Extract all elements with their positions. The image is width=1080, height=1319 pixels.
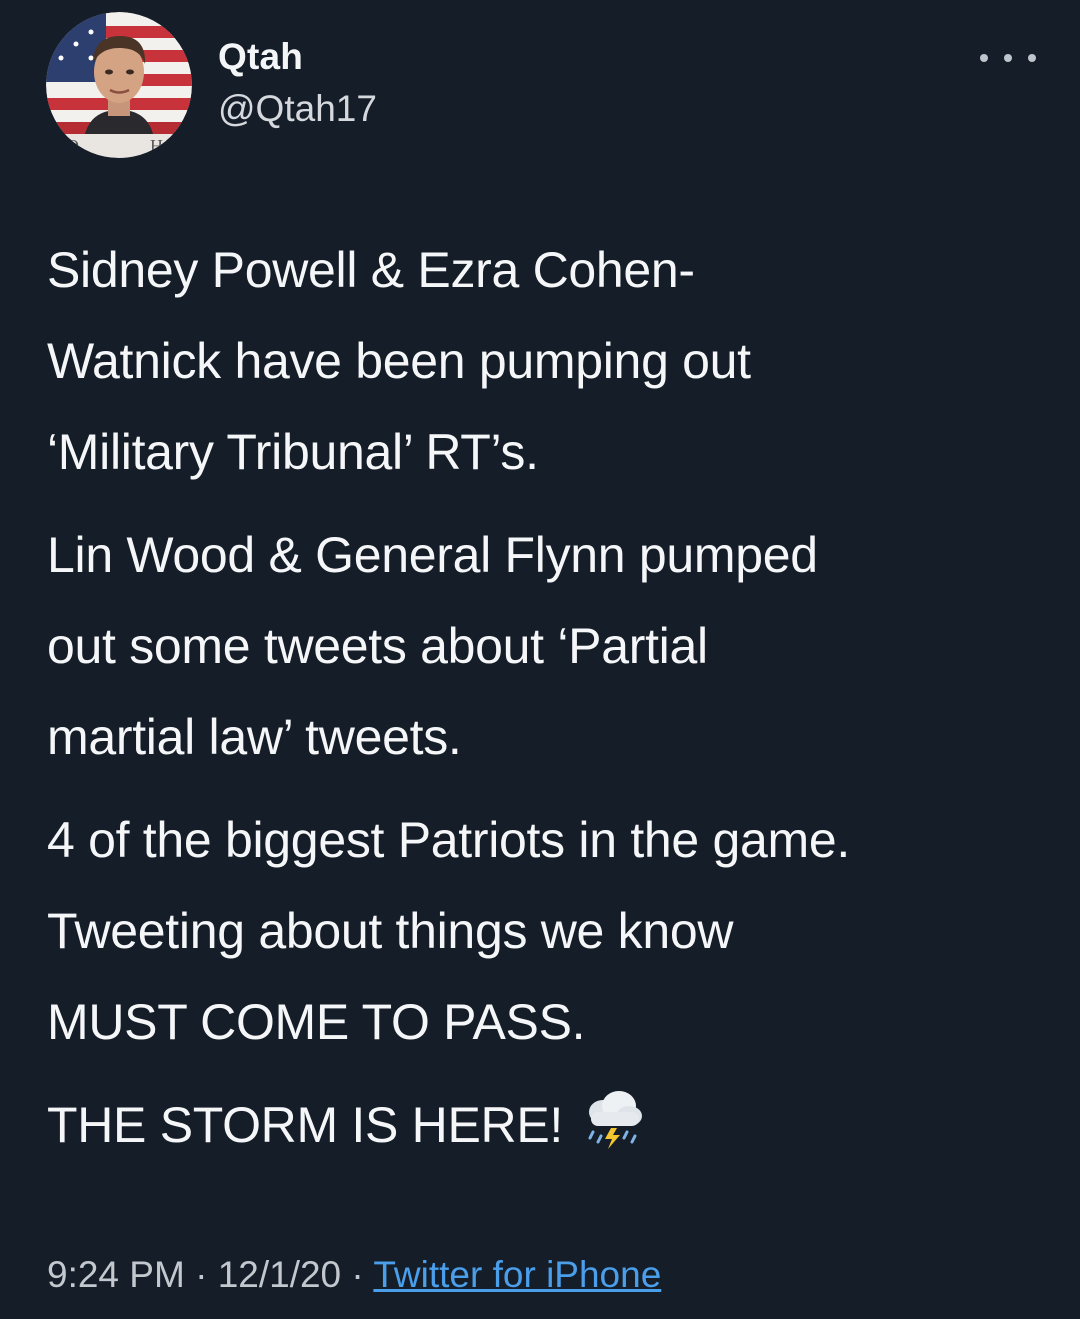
author-handle[interactable]: @Qtah17 [218, 88, 377, 130]
more-dot [1004, 54, 1012, 62]
tweet-line-with-emoji: THE STORM IS HERE! [47, 1080, 1047, 1179]
tweet-paragraph-1: Sidney Powell & Ezra Cohen- Watnick have… [47, 225, 1047, 498]
tweet-source-link[interactable]: Twitter for iPhone [373, 1254, 661, 1295]
tweet-date[interactable]: 12/1/20 [218, 1254, 341, 1295]
svg-text:Q: Q [66, 136, 79, 156]
tweet-line: martial law’ tweets. [47, 709, 462, 765]
author-display-name[interactable]: Qtah [218, 36, 303, 78]
tweet-line: MUST COME TO PASS. [47, 994, 586, 1050]
tweet-line: Lin Wood & General Flynn pumped [47, 527, 818, 583]
tweet-paragraph-4: THE STORM IS HERE! [47, 1080, 1047, 1179]
tweet-paragraph-3: 4 of the biggest Patriots in the game. T… [47, 795, 1047, 1068]
avatar-image: Q H [46, 12, 192, 158]
tweet-line: ‘Military Tribunal’ RT’s. [47, 424, 539, 480]
tweet-line: Watnick have been pumping out [47, 333, 751, 389]
meta-separator: · [195, 1254, 208, 1295]
tweet-line: Tweeting about things we know [47, 903, 734, 959]
meta-separator: · [351, 1254, 364, 1295]
more-dot [980, 54, 988, 62]
tweet-meta: 9:24 PM · 12/1/20 · Twitter for iPhone [47, 1254, 661, 1296]
tweet-text: Sidney Powell & Ezra Cohen- Watnick have… [47, 225, 1047, 1179]
svg-text:H: H [150, 136, 163, 156]
more-dot [1028, 54, 1036, 62]
tweet-time[interactable]: 9:24 PM [47, 1254, 185, 1295]
tweet-line: out some tweets about ‘Partial [47, 618, 708, 674]
tweet-card: Q H Qtah @Qtah17 Sidney Powell & Ezra Co… [0, 0, 1080, 1319]
tweet-line: 4 of the biggest Patriots in the game. [47, 812, 850, 868]
tweet-paragraph-2: Lin Wood & General Flynn pumped out some… [47, 510, 1047, 783]
tweet-line-text: THE STORM IS HERE! [47, 1097, 563, 1153]
cloud-with-lightning-and-rain-icon [581, 1088, 645, 1179]
avatar[interactable]: Q H [46, 12, 192, 158]
tweet-line: Sidney Powell & Ezra Cohen- [47, 242, 695, 298]
more-icon[interactable] [980, 46, 1036, 70]
